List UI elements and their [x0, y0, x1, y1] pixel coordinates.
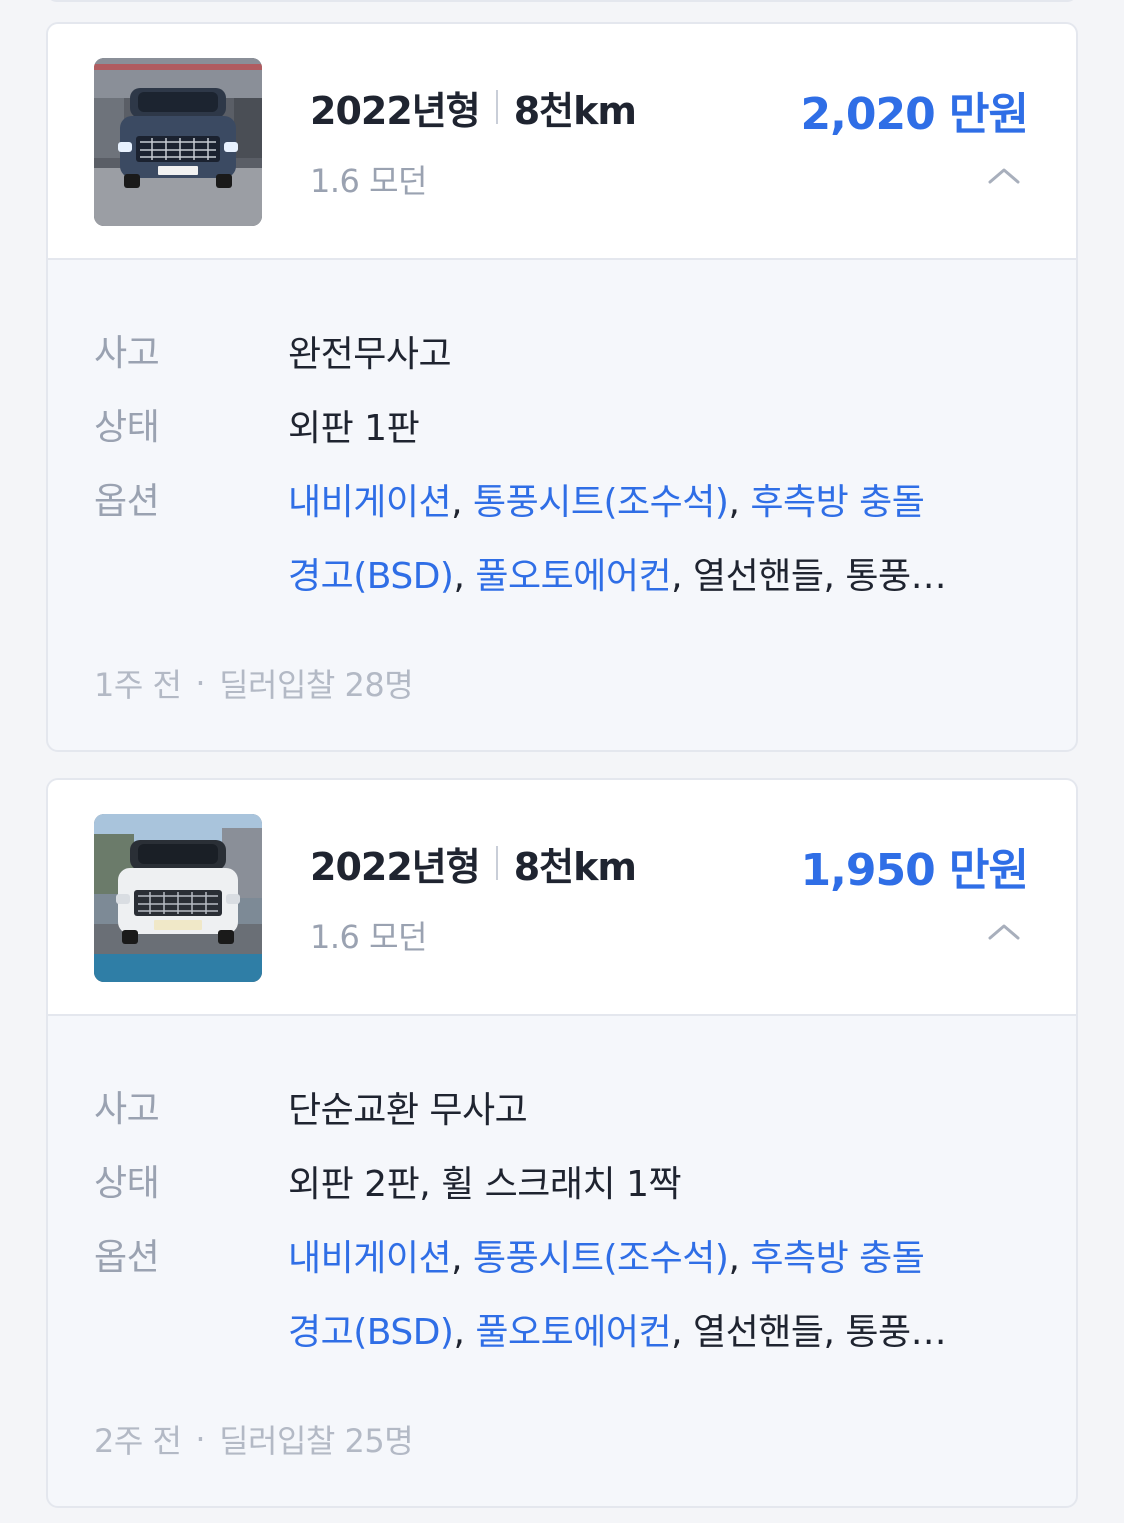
listing-card[interactable]: 2022년형 8천km 1.6 모던 2,020 만원 사고 완전무사고 상태 …: [46, 22, 1078, 752]
model-year: 2022년형: [310, 844, 481, 889]
listing-title: 2022년형 8천km: [310, 80, 637, 134]
option-item: 통풍시트(조수석): [473, 1238, 729, 1279]
listing-card-header[interactable]: 2022년형 8천km 1.6 모던 1,950 만원: [48, 780, 1076, 1016]
listing-card[interactable]: 2022년형 8천km 1.6 모던 1,950 만원 사고 단순교환 무사고 …: [46, 778, 1078, 1508]
option-separator: ,: [728, 1238, 751, 1279]
trim-name: 1.6 모던: [310, 918, 427, 956]
listing-meta: 2주 전 · 딜러입찰 25명: [94, 1416, 414, 1462]
mileage: 8천km: [513, 88, 637, 133]
option-item: 통풍시트(조수석): [473, 482, 729, 523]
option-separator: ,: [453, 556, 476, 597]
options-value: 내비게이션, 통풍시트(조수석), 후측방 충돌 경고(BSD), 풀오토에어컨…: [288, 1222, 1044, 1370]
car-photo-icon: [94, 58, 262, 226]
option-item: 후측방 충돌: [750, 482, 925, 523]
title-divider: [495, 846, 498, 880]
listing-details: 사고 완전무사고 상태 외판 1판 옵션 내비게이션, 통풍시트(조수석), 후…: [94, 318, 1044, 614]
option-separator: ,: [451, 1238, 473, 1279]
chevron-up-icon: [988, 924, 1020, 940]
detail-label: 사고: [94, 1089, 160, 1130]
condition-value: 외판 2판, 휠 스크래치 1짝: [288, 1164, 682, 1205]
chevron-up-icon: [988, 168, 1020, 184]
options-line: 내비게이션, 통풍시트(조수석), 후측방 충돌: [288, 466, 1044, 540]
option-item: 풀오토에어컨: [475, 1312, 672, 1353]
price: 2,020 만원: [800, 89, 1029, 140]
model-year: 2022년형: [310, 88, 481, 133]
detail-label: 상태: [94, 1163, 160, 1204]
options-line: 내비게이션, 통풍시트(조수석), 후측방 충돌: [288, 1222, 1044, 1296]
option-rest: , 열선핸들, 통풍…: [671, 1312, 947, 1353]
car-thumbnail[interactable]: [94, 814, 262, 982]
listing-details: 사고 단순교환 무사고 상태 외판 2판, 휠 스크래치 1짝 옵션 내비게이션…: [94, 1074, 1044, 1370]
meta-separator: ·: [195, 664, 206, 702]
mileage: 8천km: [513, 844, 637, 889]
detail-row-condition: 상태 외판 2판, 휠 스크래치 1짝: [94, 1148, 1044, 1222]
option-item: 내비게이션: [288, 482, 452, 523]
detail-row-condition: 상태 외판 1판: [94, 392, 1044, 466]
listing-list: 2022년형 8천km 1.6 모던 2,020 만원 사고 완전무사고 상태 …: [0, 0, 1124, 1523]
option-item: 풀오토에어컨: [475, 556, 672, 597]
detail-label: 상태: [94, 407, 160, 448]
options-line: 경고(BSD), 풀오토에어컨, 열선핸들, 통풍…: [288, 1296, 1044, 1370]
detail-label: 옵션: [94, 481, 160, 522]
option-item: 내비게이션: [288, 1238, 452, 1279]
trim-name: 1.6 모던: [310, 162, 427, 200]
previous-card-edge: [46, 0, 1078, 2]
detail-label: 사고: [94, 333, 160, 374]
meta-separator: ·: [195, 1420, 206, 1458]
detail-row-options: 옵션 내비게이션, 통풍시트(조수석), 후측방 충돌 경고(BSD), 풀오토…: [94, 1222, 1044, 1370]
option-separator: ,: [451, 482, 473, 523]
car-thumbnail[interactable]: [94, 58, 262, 226]
posted-time: 2주 전: [94, 1422, 182, 1460]
price: 1,950 만원: [800, 845, 1029, 896]
accident-value: 단순교환 무사고: [288, 1090, 528, 1131]
listing-meta: 1주 전 · 딜러입찰 28명: [94, 660, 414, 706]
detail-row-options: 옵션 내비게이션, 통풍시트(조수석), 후측방 충돌 경고(BSD), 풀오토…: [94, 466, 1044, 614]
detail-row-accident: 사고 완전무사고: [94, 318, 1044, 392]
accident-value: 완전무사고: [288, 334, 452, 375]
listing-card-header[interactable]: 2022년형 8천km 1.6 모던 2,020 만원: [48, 24, 1076, 260]
posted-time: 1주 전: [94, 666, 182, 704]
car-photo-icon: [94, 814, 262, 982]
option-separator: ,: [728, 482, 751, 523]
condition-value: 외판 1판: [288, 408, 420, 449]
title-divider: [495, 90, 498, 124]
detail-row-accident: 사고 단순교환 무사고: [94, 1074, 1044, 1148]
option-item: 경고(BSD): [288, 1312, 454, 1353]
options-value: 내비게이션, 통풍시트(조수석), 후측방 충돌 경고(BSD), 풀오토에어컨…: [288, 466, 1044, 614]
option-item: 경고(BSD): [288, 556, 454, 597]
listing-title: 2022년형 8천km: [310, 836, 637, 890]
option-separator: ,: [453, 1312, 476, 1353]
options-line: 경고(BSD), 풀오토에어컨, 열선핸들, 통풍…: [288, 540, 1044, 614]
collapse-button[interactable]: [984, 160, 1024, 190]
option-rest: , 열선핸들, 통풍…: [671, 556, 947, 597]
dealer-bid-count: 딜러입찰 25명: [219, 1422, 414, 1460]
option-item: 후측방 충돌: [750, 1238, 925, 1279]
collapse-button[interactable]: [984, 916, 1024, 946]
dealer-bid-count: 딜러입찰 28명: [219, 666, 414, 704]
detail-label: 옵션: [94, 1237, 160, 1278]
